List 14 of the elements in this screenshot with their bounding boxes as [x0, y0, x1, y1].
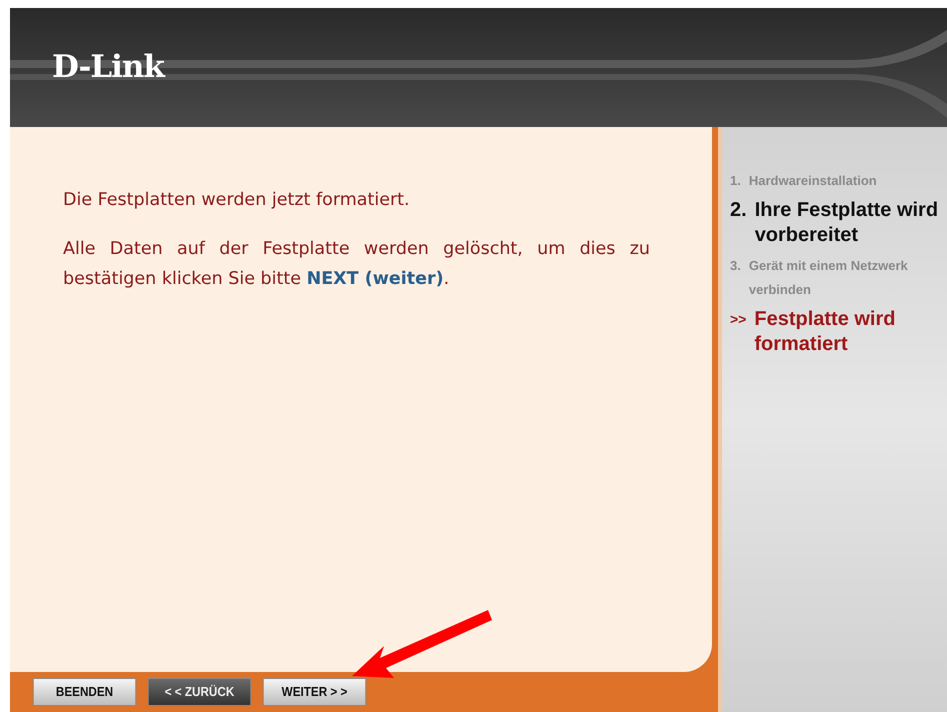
- step-number: 2.: [730, 198, 747, 224]
- wizard-button[interactable]: WEITER > >: [262, 678, 366, 706]
- step-number: 1.: [730, 172, 741, 190]
- step-number: 3.: [730, 257, 741, 276]
- instruction-text: Alle Daten auf der Festplatte werden gelöscht, um dies zu bestätigen klicken Sie bitte NEXT (weiter).: [63, 238, 650, 292]
- wizard-button[interactable]: BEENDEN: [32, 678, 136, 706]
- step-label: Hardwareinstallation: [748, 172, 877, 190]
- step-number: >>: [730, 310, 746, 329]
- step-label: Ihre Festplatte wird vorbereitet: [754, 198, 939, 248]
- logo: D-Link: [52, 48, 164, 88]
- step-label: Gerät mit einem Netzwerk verbinden: [748, 257, 909, 299]
- step-label: Festplatte wird formatiert: [754, 307, 896, 358]
- wizard-button[interactable]: < < ZURÜCK: [148, 678, 252, 706]
- instruction-text: Die Festplatten werden jetzt formatiert.: [63, 189, 411, 212]
